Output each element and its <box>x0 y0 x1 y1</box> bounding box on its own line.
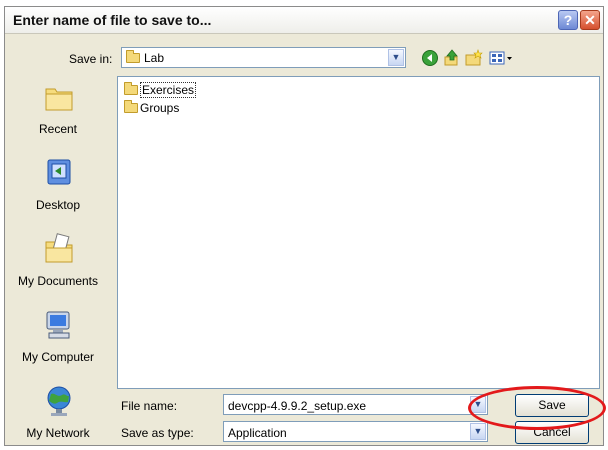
place-label: My Network <box>26 426 90 440</box>
save-as-type-select[interactable]: Application ▼ <box>223 421 488 442</box>
folder-icon <box>124 100 138 113</box>
place-my-documents[interactable]: My Documents <box>5 228 111 298</box>
recent-folder-icon <box>45 88 73 111</box>
my-documents-icon <box>45 233 73 263</box>
file-name-label-text: File name: <box>121 399 178 413</box>
file-name-input[interactable]: devcpp-4.9.9.2_setup.exe ▼ <box>223 394 488 415</box>
new-folder-icon[interactable] <box>465 49 483 67</box>
title-bar: Enter name of file to save to... ? ✕ <box>5 7 603 34</box>
place-label: My Computer <box>21 350 95 364</box>
places-bar: Recent Desktop My Documents My Computer … <box>5 76 111 446</box>
save-in-value: Lab <box>144 51 165 65</box>
dialog-title: Enter name of file to save to... <box>13 12 212 28</box>
chevron-down-icon[interactable]: ▼ <box>388 49 404 66</box>
save-as-type-value: Application <box>228 426 287 440</box>
desktop-icon <box>47 159 71 185</box>
place-my-computer[interactable]: My Computer <box>5 304 111 374</box>
save-in-combo[interactable]: Lab ▼ <box>121 47 406 68</box>
file-name-label: Exercises <box>140 82 197 98</box>
save-as-type-label: Save as type: <box>121 426 194 440</box>
place-desktop[interactable]: Desktop <box>5 152 111 222</box>
place-recent[interactable]: Recent <box>5 76 111 146</box>
up-folder-icon[interactable] <box>443 49 461 67</box>
help-button[interactable]: ? <box>558 10 578 30</box>
list-item[interactable]: Exercises <box>124 82 197 99</box>
place-label: Recent <box>38 122 78 136</box>
my-network-icon <box>47 386 71 416</box>
save-dialog: Enter name of file to save to... ? ✕ Sav… <box>4 6 604 446</box>
place-my-network[interactable]: My Network <box>5 380 111 450</box>
folder-icon <box>124 82 138 95</box>
my-computer-icon <box>46 311 70 339</box>
highlight-annotation <box>468 386 606 430</box>
place-label: My Documents <box>17 274 99 288</box>
file-name-label: Groups <box>140 101 180 115</box>
file-list[interactable]: Exercises Groups <box>117 76 600 389</box>
save-in-label: Save in: <box>69 52 113 66</box>
close-button[interactable]: ✕ <box>580 10 600 30</box>
file-name-value: devcpp-4.9.9.2_setup.exe <box>228 399 367 413</box>
folder-icon <box>126 50 140 63</box>
chevron-down-icon[interactable]: ▼ <box>470 423 486 440</box>
view-menu-icon[interactable] <box>489 49 515 67</box>
place-label: Desktop <box>35 198 81 212</box>
back-icon[interactable] <box>421 49 439 67</box>
list-item[interactable]: Groups <box>124 100 180 117</box>
